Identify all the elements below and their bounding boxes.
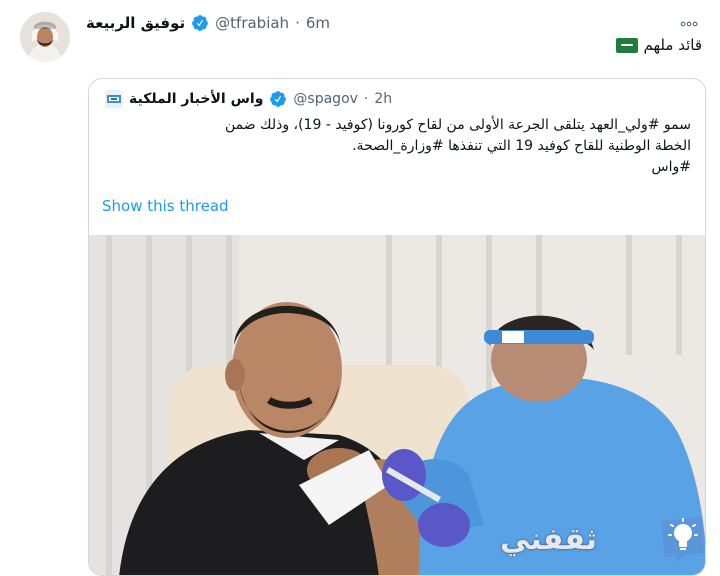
author-name[interactable]: توفيق الربيعة	[86, 14, 185, 32]
quoted-tweet[interactable]: واس الأخبار الملكية @spagov · 2h سمو #ول…	[88, 78, 706, 576]
separator-dot: ·	[295, 14, 300, 32]
quoted-author-handle[interactable]: @spagov	[293, 91, 358, 107]
lightbulb-logo-icon	[654, 511, 710, 567]
tweet-timestamp[interactable]: 6m	[306, 14, 330, 32]
quoted-text-line: #واس	[651, 159, 691, 175]
separator-dot: ·	[363, 91, 369, 107]
watermark-text: ثقفني	[500, 521, 598, 557]
quoted-text-line: الخطة الوطنية للقاح كوفيد 19 التي تنفذها…	[352, 138, 691, 154]
quoted-tweet-timestamp[interactable]: 2h	[374, 91, 392, 107]
verified-badge-icon	[269, 90, 287, 108]
quoted-tweet-header: واس الأخبار الملكية @spagov · 2h	[105, 89, 392, 109]
tweet-header: توفيق الربيعة @tfrabiah · 6m	[86, 12, 330, 34]
quoted-tweet-text: سمو #ولي_العهد يتلقى الجرعة الأولى من لق…	[101, 115, 691, 178]
watermark: ثقفني	[500, 508, 710, 570]
quoted-text-line: سمو #ولي_العهد يتلقى الجرعة الأولى من لق…	[224, 117, 691, 133]
tweet[interactable]: توفيق الربيعة @tfrabiah · 6m قائد ملهم و…	[0, 0, 720, 576]
tweet-text: قائد ملهم	[615, 36, 702, 54]
verified-badge-icon	[191, 14, 209, 32]
more-icon[interactable]	[680, 12, 698, 31]
show-thread-link[interactable]: Show this thread	[102, 197, 229, 215]
tweet-body: قائد ملهم	[643, 36, 702, 54]
quoted-author-name[interactable]: واس الأخبار الملكية	[129, 91, 263, 107]
saudi-flag-icon	[615, 37, 638, 53]
author-handle[interactable]: @tfrabiah	[215, 14, 289, 32]
author-avatar[interactable]	[20, 12, 70, 62]
quoted-author-avatar[interactable]	[105, 90, 123, 108]
